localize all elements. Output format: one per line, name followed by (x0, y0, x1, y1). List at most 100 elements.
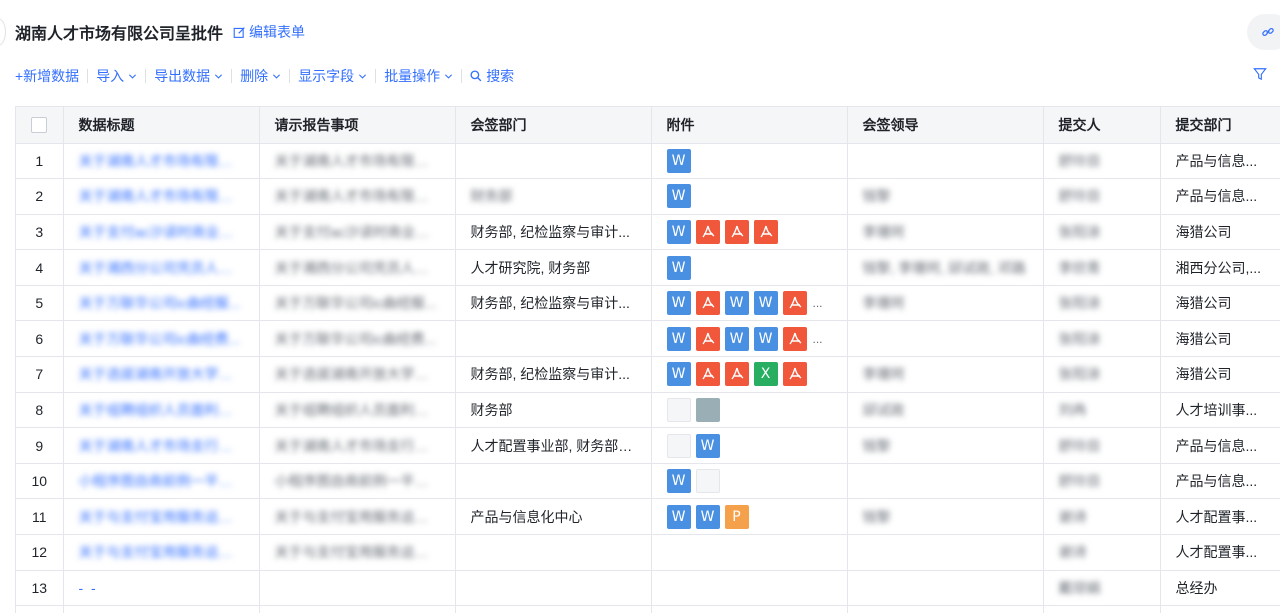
pdf-file-icon[interactable] (695, 326, 720, 351)
column-header-dept[interactable]: 会签部门 (455, 107, 652, 144)
column-header-leader[interactable]: 会签领导 (847, 107, 1044, 144)
toolbar-item-3[interactable]: 删除 (232, 66, 289, 86)
row-leader (847, 143, 1044, 180)
table-row[interactable]: 12 关于与支付宝用服务运题... 关于与支付宝用服务运题... 谢诗 人才配置事... (16, 534, 1280, 571)
row-title[interactable]: 关于组聘组织人员面利订... (63, 392, 260, 429)
word-file-icon[interactable]: W (666, 291, 691, 316)
word-file-icon[interactable]: W (695, 433, 720, 458)
table-row[interactable] (16, 605, 1280, 613)
document-thumbnail-icon[interactable] (666, 433, 691, 458)
pdf-file-icon[interactable] (724, 362, 749, 387)
row-title[interactable]: 关于湘西分公司凭员人递... (63, 249, 260, 286)
toolbar-item-1[interactable]: 导入 (88, 66, 145, 86)
column-header-attachments[interactable]: 附件 (651, 107, 848, 144)
row-title[interactable]: 关于湖南人才市场有限公... (63, 178, 260, 215)
more-attachments-indicator[interactable]: ... (813, 296, 823, 310)
row-leader: 钱黎 (847, 427, 1044, 464)
pdf-file-icon[interactable] (724, 219, 749, 244)
row-submit-dept (1160, 605, 1280, 613)
table-row[interactable]: 1 关于湖南人才市场有限公... 关于湖南人才市场有限公... W 舒玲目 产品与信息..… (16, 143, 1280, 180)
word-file-icon[interactable]: W (753, 326, 778, 351)
word-file-icon[interactable]: W (666, 255, 691, 280)
word-file-icon[interactable]: W (666, 148, 691, 173)
row-leader: 邱试政 (847, 392, 1044, 429)
edit-form-link[interactable]: 编辑表单 (233, 22, 305, 42)
column-header-submit-dept[interactable]: 提交部门 (1160, 107, 1280, 144)
select-all-cell[interactable] (16, 107, 64, 144)
row-title[interactable]: 关于湖南人才市场支行住... (63, 427, 260, 464)
pdf-file-icon[interactable] (695, 362, 720, 387)
document-thumbnail-icon[interactable] (695, 469, 720, 494)
table-row[interactable]: 4 关于湘西分公司凭员人递... 关于湘西分公司凭员人递... 人才研究院, 财务部 W… (16, 249, 1280, 286)
pdf-file-icon[interactable] (695, 219, 720, 244)
table-row[interactable]: 2 关于湖南人才市场有限公... 关于湖南人才市场有限公... 财务部 W 钱黎 舒玲目 产品… (16, 178, 1280, 215)
table-row[interactable]: 7 关于选拔湖南开放大学所... 关于选拔湖南开放大学所... 财务部, 纪检监察与审… (16, 356, 1280, 393)
row-title[interactable]: 关于选拔湖南开放大学所... (63, 356, 260, 393)
table-row[interactable]: 11 关于与支付宝用服务运题... 关于与支付宝用服务运题... 产品与信息化中心 W W… (16, 498, 1280, 536)
pdf-file-icon[interactable] (695, 291, 720, 316)
table-row[interactable]: 5 关于万联华公司ic曲经服... 关于万联华公司ic曲经服... 财务部, 纪检监察… (16, 285, 1280, 322)
word-file-icon[interactable]: W (724, 291, 749, 316)
row-submitter (1043, 605, 1161, 613)
row-title[interactable]: - - (63, 570, 260, 607)
table-row[interactable]: 13- - 戴琼娟 总经办 (16, 570, 1280, 607)
row-index: 3 (16, 214, 64, 251)
chevron-down-icon (445, 73, 453, 79)
row-submitter: 张阳涂 (1043, 320, 1161, 358)
toolbar-item-6[interactable]: 搜索 (462, 66, 522, 86)
row-title[interactable]: 关于支付ac沙读时商业固... (63, 214, 260, 251)
row-dept (455, 463, 652, 500)
row-attachments: W (651, 463, 848, 500)
word-file-icon[interactable]: W (753, 291, 778, 316)
table-row[interactable]: 3 关于支付ac沙读时商业固... 关于支付ac沙读时商业固... 财务部, 纪检监察… (16, 214, 1280, 251)
word-file-icon[interactable]: W (724, 326, 749, 351)
word-file-icon[interactable]: W (666, 219, 691, 244)
row-title[interactable]: 关于与支付宝用服务运题... (63, 534, 260, 571)
toolbar-item-label: 删除 (240, 68, 269, 84)
table-row[interactable]: 6 关于万联华公司ic曲经费... 关于万联华公司ic曲经费... W W W... 张阳涂… (16, 320, 1280, 358)
table-row[interactable]: 8 关于组聘组织人员面利订... 关于组聘组织人员面利订... 财务部 邱试政 刘冉 人才培… (16, 392, 1280, 429)
row-attachments: W (651, 178, 848, 215)
share-link-button[interactable] (1247, 14, 1280, 50)
toolbar-item-4[interactable]: 显示字段 (290, 66, 375, 86)
pdf-file-icon[interactable] (782, 326, 807, 351)
row-leader: 李珊珂 (847, 214, 1044, 251)
row-dept (455, 534, 652, 571)
table-row[interactable]: 10 小程序图自商前例一平台... 小程序图自商前例一平台... W 舒玲目 产品与信息.… (16, 463, 1280, 500)
word-file-icon[interactable]: W (666, 184, 691, 209)
more-attachments-indicator[interactable]: ... (813, 332, 823, 346)
pdf-file-icon[interactable] (782, 291, 807, 316)
row-title[interactable] (63, 605, 260, 613)
excel-file-icon[interactable]: X (753, 362, 778, 387)
filter-button[interactable] (1253, 67, 1267, 81)
word-file-icon[interactable]: W (666, 362, 691, 387)
word-file-icon[interactable]: W (666, 504, 691, 529)
column-header-matter[interactable]: 请示报告事项 (259, 107, 456, 144)
table-row[interactable]: 9 关于湖南人才市场支行住... 关于湖南人才市场支行住... 人才配置事业部, 财务… (16, 427, 1280, 464)
pdf-file-icon[interactable] (753, 219, 778, 244)
word-file-icon[interactable]: W (666, 469, 691, 494)
ppt-file-icon[interactable]: P (724, 504, 749, 529)
row-index: 10 (16, 463, 64, 500)
row-index: 9 (16, 427, 64, 464)
row-title[interactable]: 关于湖南人才市场有限公... (63, 143, 260, 180)
column-header-title[interactable]: 数据标题 (63, 107, 260, 144)
column-header-submitter[interactable]: 提交人 (1043, 107, 1161, 144)
toolbar-item-2[interactable]: 导出数据 (146, 66, 231, 86)
chevron-down-icon (359, 73, 367, 79)
document-thumbnail-icon[interactable] (666, 397, 691, 422)
toolbar-item-0[interactable]: +新增数据 (15, 66, 87, 86)
row-title[interactable]: 关于与支付宝用服务运题... (63, 498, 260, 536)
select-all-checkbox[interactable] (31, 117, 48, 134)
row-attachments: W W W... (651, 285, 848, 322)
row-title[interactable]: 小程序图自商前例一平台... (63, 463, 260, 500)
row-attachments (651, 570, 848, 607)
row-leader (847, 605, 1044, 613)
row-title[interactable]: 关于万联华公司ic曲经服... (63, 285, 260, 322)
toolbar-item-5[interactable]: 批量操作 (376, 66, 461, 86)
pdf-file-icon[interactable] (782, 362, 807, 387)
word-file-icon[interactable]: W (666, 326, 691, 351)
row-title[interactable]: 关于万联华公司ic曲经费... (63, 320, 260, 358)
word-file-icon[interactable]: W (695, 504, 720, 529)
image-thumbnail-icon[interactable] (695, 397, 720, 422)
